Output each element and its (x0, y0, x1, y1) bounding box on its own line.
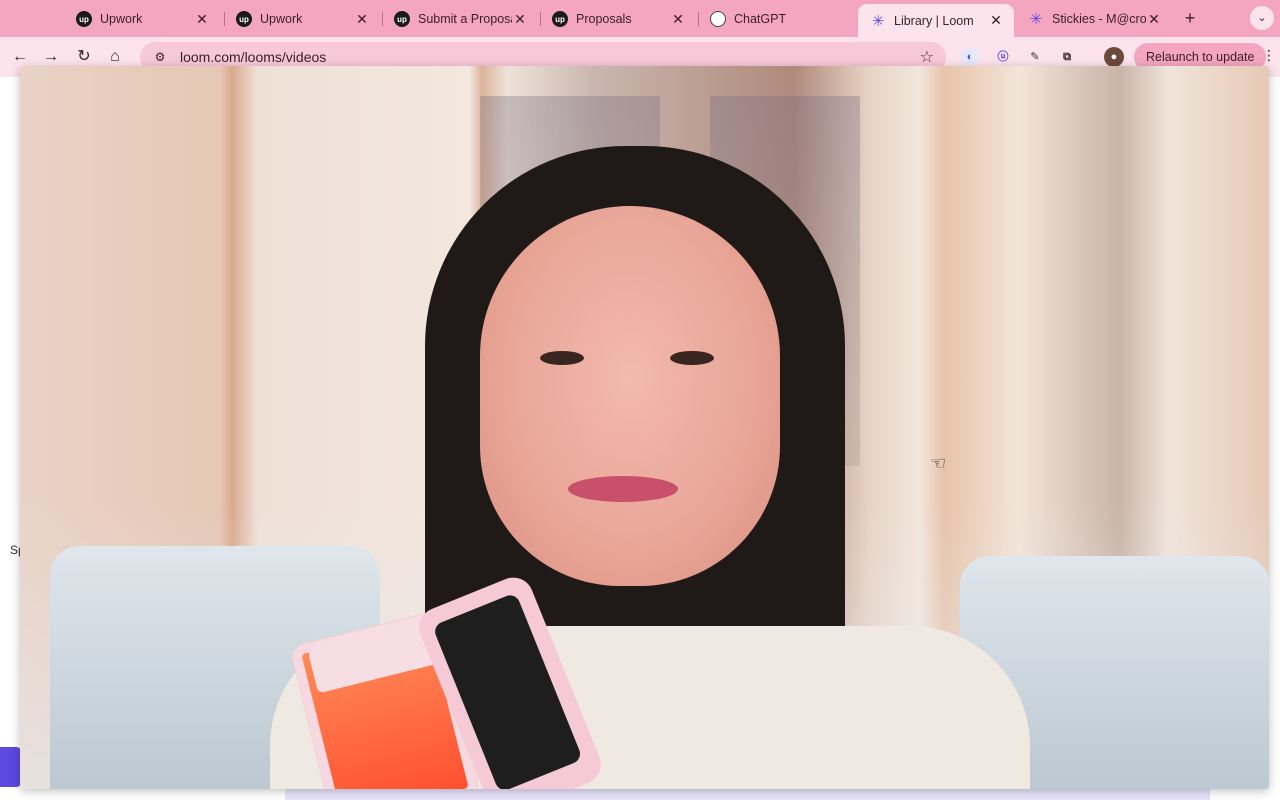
close-icon[interactable]: ✕ (354, 11, 370, 28)
bookmark-star-icon[interactable]: ☆ (920, 47, 934, 67)
tab-label: ChatGPT (734, 12, 787, 26)
reload-icon[interactable]: ↻ (73, 46, 95, 68)
page-bottom-strip (285, 789, 1210, 800)
upwork-icon: up (394, 11, 410, 27)
tab-submit-proposal[interactable]: up Submit a Proposal ✕ (382, 4, 538, 34)
close-icon[interactable]: ✕ (1146, 11, 1162, 28)
url-text[interactable]: loom.com/looms/videos (180, 49, 326, 65)
chatgpt-icon (710, 11, 726, 27)
tab-label: Upwork (260, 12, 303, 26)
sidebar-accent-tab[interactable] (0, 747, 22, 787)
person-eye (540, 351, 584, 365)
tab-label: Submit a Proposal (418, 12, 512, 26)
loom-icon: ✳ (871, 12, 885, 30)
person-lips (568, 476, 678, 502)
tab-label: Stickies - M@croh (1052, 12, 1146, 26)
tab-proposals[interactable]: up Proposals ✕ (540, 4, 696, 34)
close-icon[interactable]: ✕ (988, 12, 1004, 29)
tab-search-chevron-icon[interactable]: ⌄ (1250, 6, 1274, 30)
tab-chatgpt[interactable]: ChatGPT (698, 4, 854, 34)
tab-stickies[interactable]: ✳ Stickies - M@croh ✕ (1016, 4, 1172, 34)
upwork-icon: up (552, 11, 568, 27)
new-tab-icon[interactable]: + (1180, 8, 1200, 29)
upwork-icon: up (76, 11, 92, 27)
close-icon[interactable]: ✕ (670, 11, 686, 28)
tab-upwork-2[interactable]: up Upwork ✕ (224, 4, 380, 34)
back-arrow-icon[interactable]: ← (9, 46, 31, 68)
site-info-icon[interactable]: ⚙ (148, 50, 172, 64)
extension-edge-icon[interactable]: ◐ (960, 47, 980, 67)
tab-label: Proposals (576, 12, 632, 26)
tab-label: Upwork (100, 12, 143, 26)
tab-label: Library | Loom (894, 13, 974, 28)
forward-arrow-icon[interactable]: → (40, 46, 62, 68)
menu-kebab-icon[interactable]: ⋮ (1262, 47, 1276, 64)
loom-icon: ✳ (1029, 11, 1043, 28)
tab-strip: up Upwork ✕ up Upwork ✕ up Submit a Prop… (0, 0, 1280, 37)
eyedropper-icon[interactable]: ✎ (1025, 47, 1045, 67)
tab-upwork-1[interactable]: up Upwork ✕ (64, 4, 220, 34)
upwork-icon: up (236, 11, 252, 27)
person-eye (670, 351, 714, 365)
home-icon[interactable]: ⌂ (104, 46, 126, 68)
extension-upwork-icon[interactable]: ⓤ (993, 47, 1013, 67)
close-icon[interactable]: ✕ (512, 11, 528, 28)
hand-cursor-icon: ☜ (930, 453, 947, 473)
tab-library-loom[interactable]: ✳ Library | Loom ✕ (858, 4, 1014, 37)
person-face (480, 206, 780, 586)
extensions-puzzle-icon[interactable]: ⧉ (1057, 47, 1077, 67)
close-icon[interactable]: ✕ (194, 11, 210, 28)
camera-video-preview[interactable] (20, 66, 1269, 789)
profile-avatar[interactable]: ● (1104, 47, 1124, 67)
